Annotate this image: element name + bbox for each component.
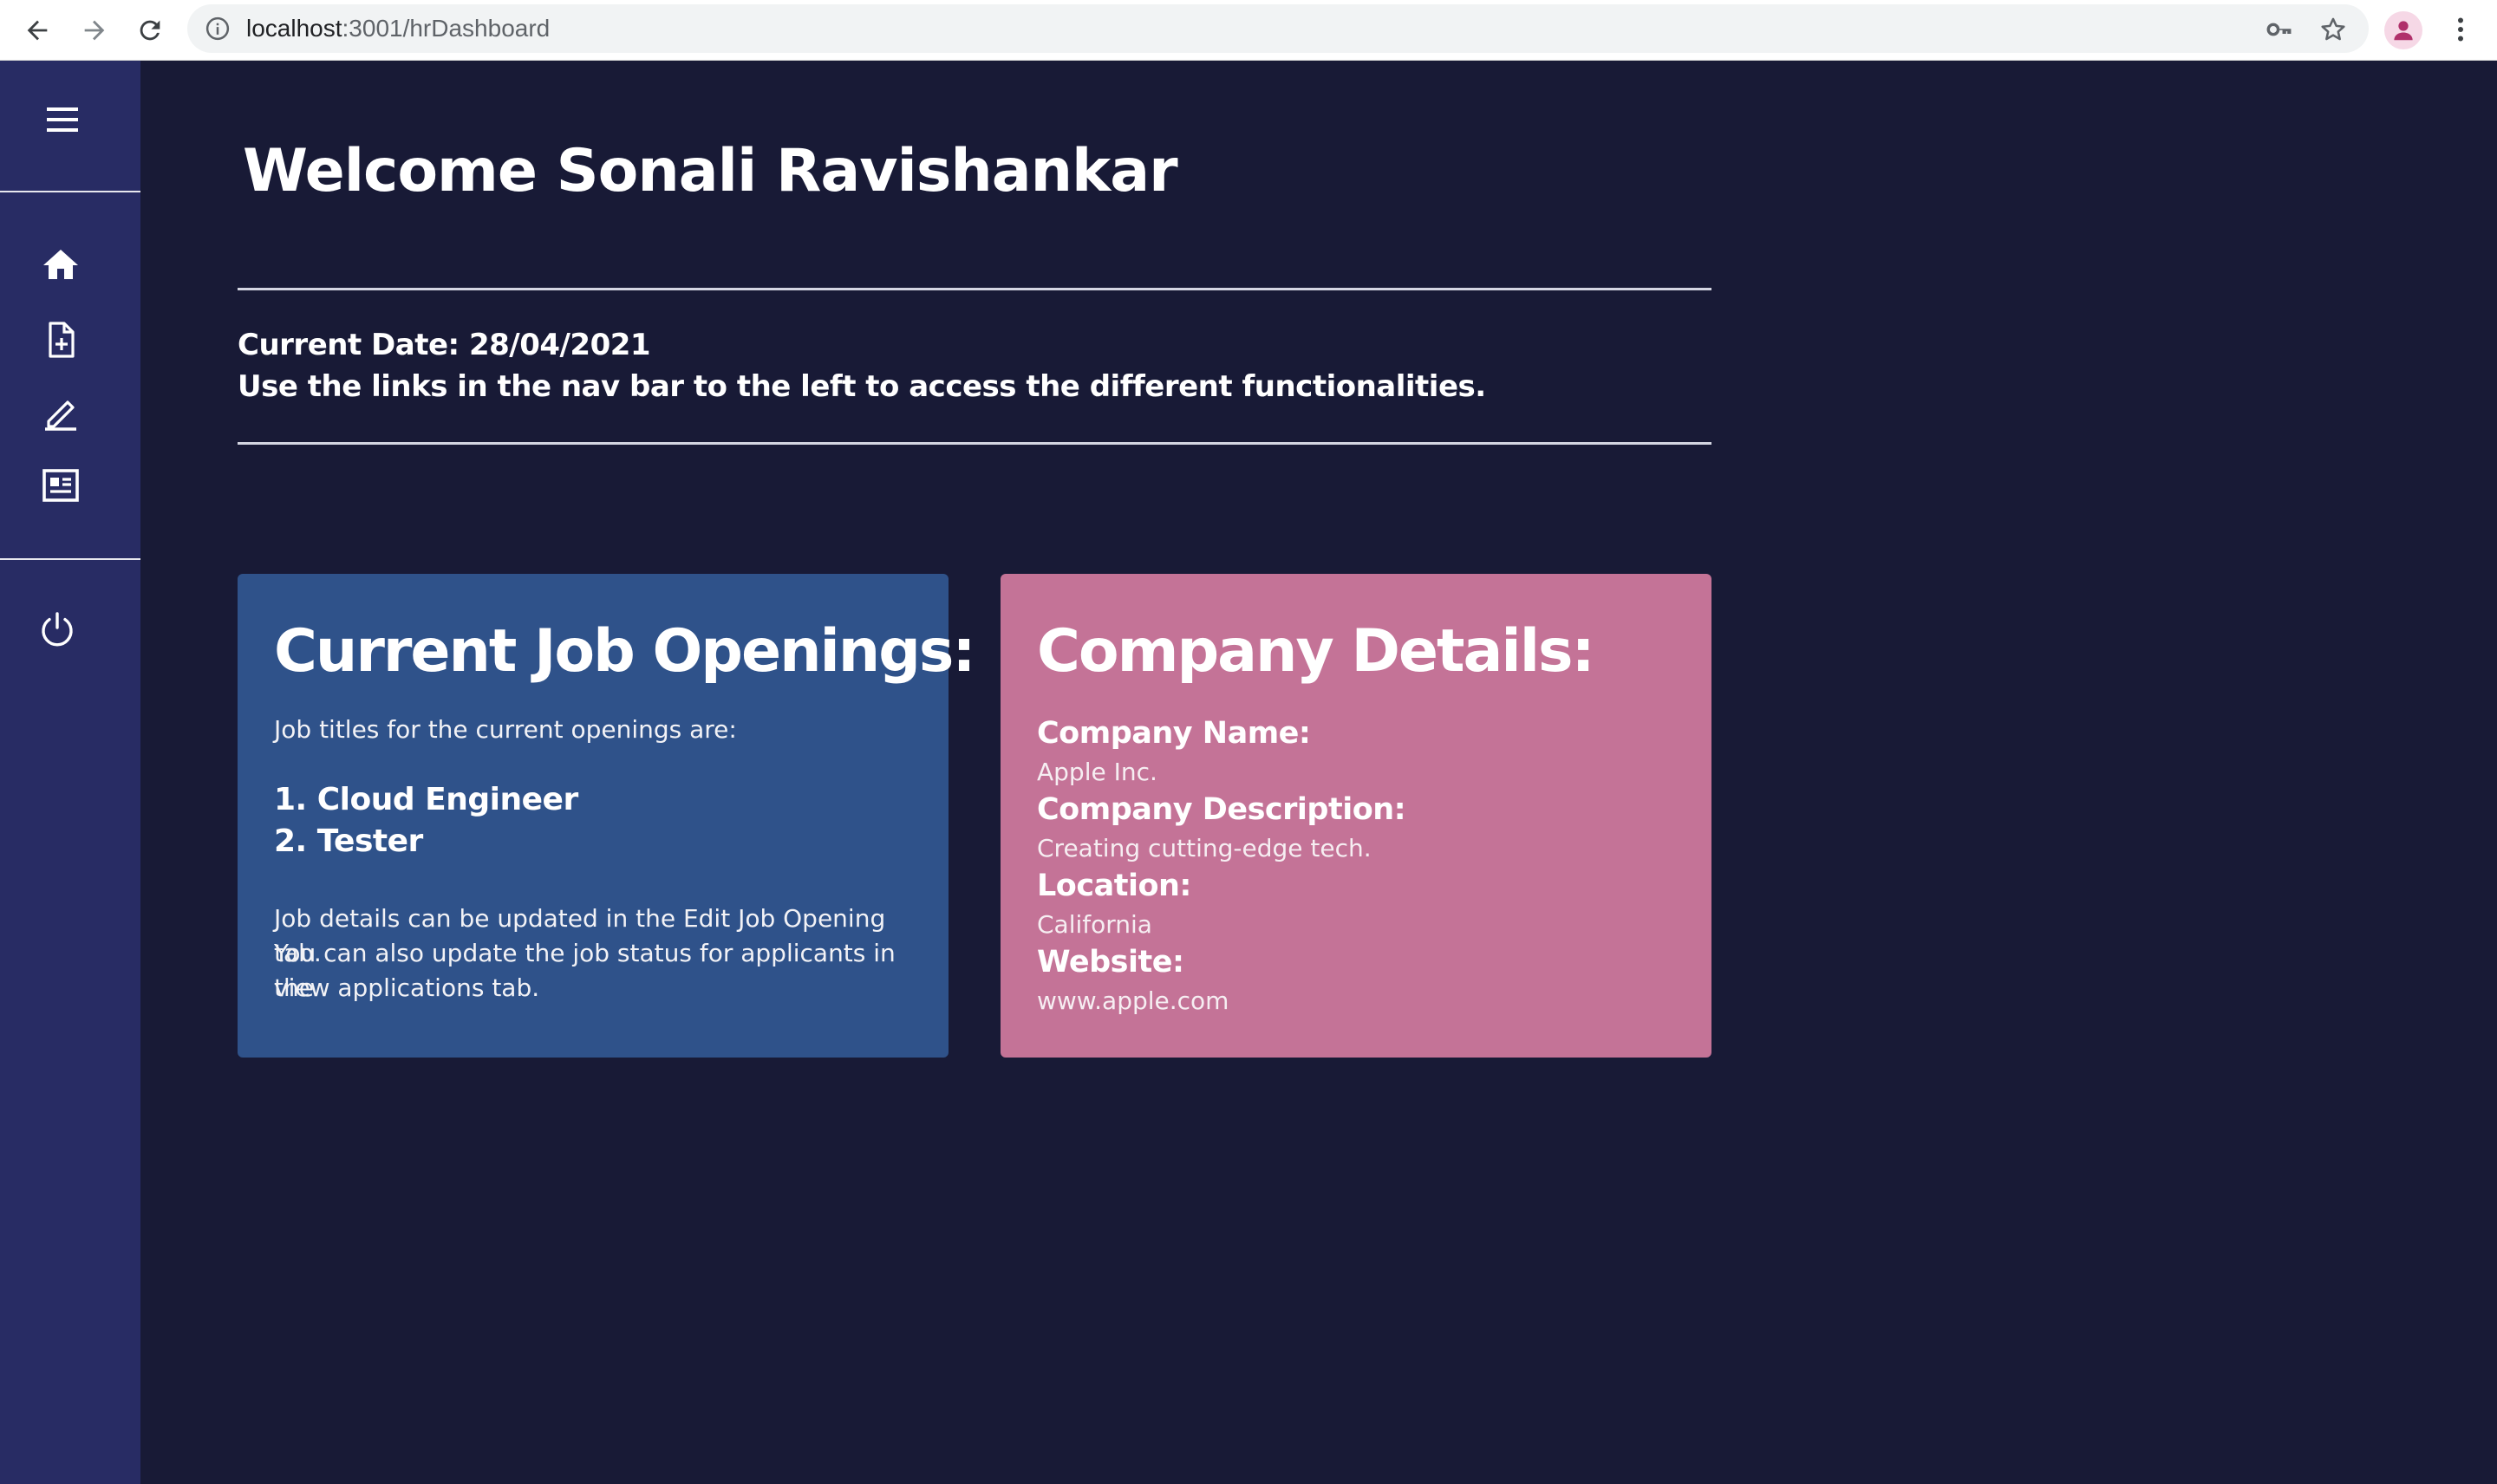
add-document-icon [49,322,75,358]
company-details-title: Company Details: [1037,617,1595,686]
menu-icon [47,107,78,132]
job-openings-title: Current Job Openings: [274,617,976,686]
divider [238,442,1711,445]
info-icon[interactable] [205,16,231,42]
page-title: Welcome Sonali Ravishankar [243,137,1178,205]
job-item: 1. Cloud Engineer [274,782,578,817]
browser-toolbar: localhost:3001/hrDashboard [0,0,2497,61]
reload-icon [140,20,160,41]
url-path: :3001/hrDashboard [342,15,551,42]
company-details-card: Company Details: Company Name: Apple Inc… [1001,574,1711,1058]
job-openings-card: Current Job Openings: Job titles for the… [238,574,976,1058]
job-openings-intro: Job titles for the current openings are: [274,715,737,744]
company-name-value: Apple Inc. [1037,758,1157,786]
sidebar-item-edit-job[interactable] [36,388,85,437]
profile-avatar[interactable] [2384,11,2422,49]
person-icon [2394,21,2413,41]
website-label: Website: [1037,945,1184,980]
arrow-right-icon [84,20,105,41]
more-vert-icon[interactable] [2445,12,2476,47]
instructions-text: Use the links in the nav bar to the left… [238,369,1486,404]
key-icon[interactable] [2265,15,2294,44]
sidebar-item-home[interactable] [36,241,85,290]
job-note-line: view applications tab. [274,973,540,1002]
url-text: localhost:3001/hrDashboard [246,4,550,53]
forward-button[interactable] [73,9,116,52]
url-host: localhost [246,15,342,42]
location-label: Location: [1037,869,1191,903]
power-icon [42,612,73,647]
sidebar-item-applications[interactable] [36,461,85,510]
sidebar-item-add-job[interactable] [36,316,85,364]
sidebar-nav [0,61,140,1484]
back-button[interactable] [16,9,59,52]
divider [238,288,1711,290]
website-value[interactable]: www.apple.com [1037,986,1229,1015]
sidebar-divider [0,558,140,560]
star-icon[interactable] [2318,15,2348,44]
edit-icon [45,400,76,431]
company-description-label: Company Description: [1037,792,1406,827]
home-icon [43,250,78,279]
logout-button[interactable] [33,605,81,654]
address-bar[interactable]: localhost:3001/hrDashboard [187,4,2369,53]
menu-button[interactable] [38,95,87,144]
main-content: Welcome Sonali Ravishankar Current Date:… [140,61,2497,1484]
company-description-value: Creating cutting-edge tech. [1037,834,1372,862]
job-item: 2. Tester [274,823,423,859]
arrow-left-icon [27,20,48,41]
applications-icon [42,469,79,502]
location-value: California [1037,910,1152,939]
company-name-label: Company Name: [1037,716,1311,751]
reload-button[interactable] [128,9,172,52]
sidebar-divider [0,191,140,192]
current-date: Current Date: 28/04/2021 [238,328,651,362]
